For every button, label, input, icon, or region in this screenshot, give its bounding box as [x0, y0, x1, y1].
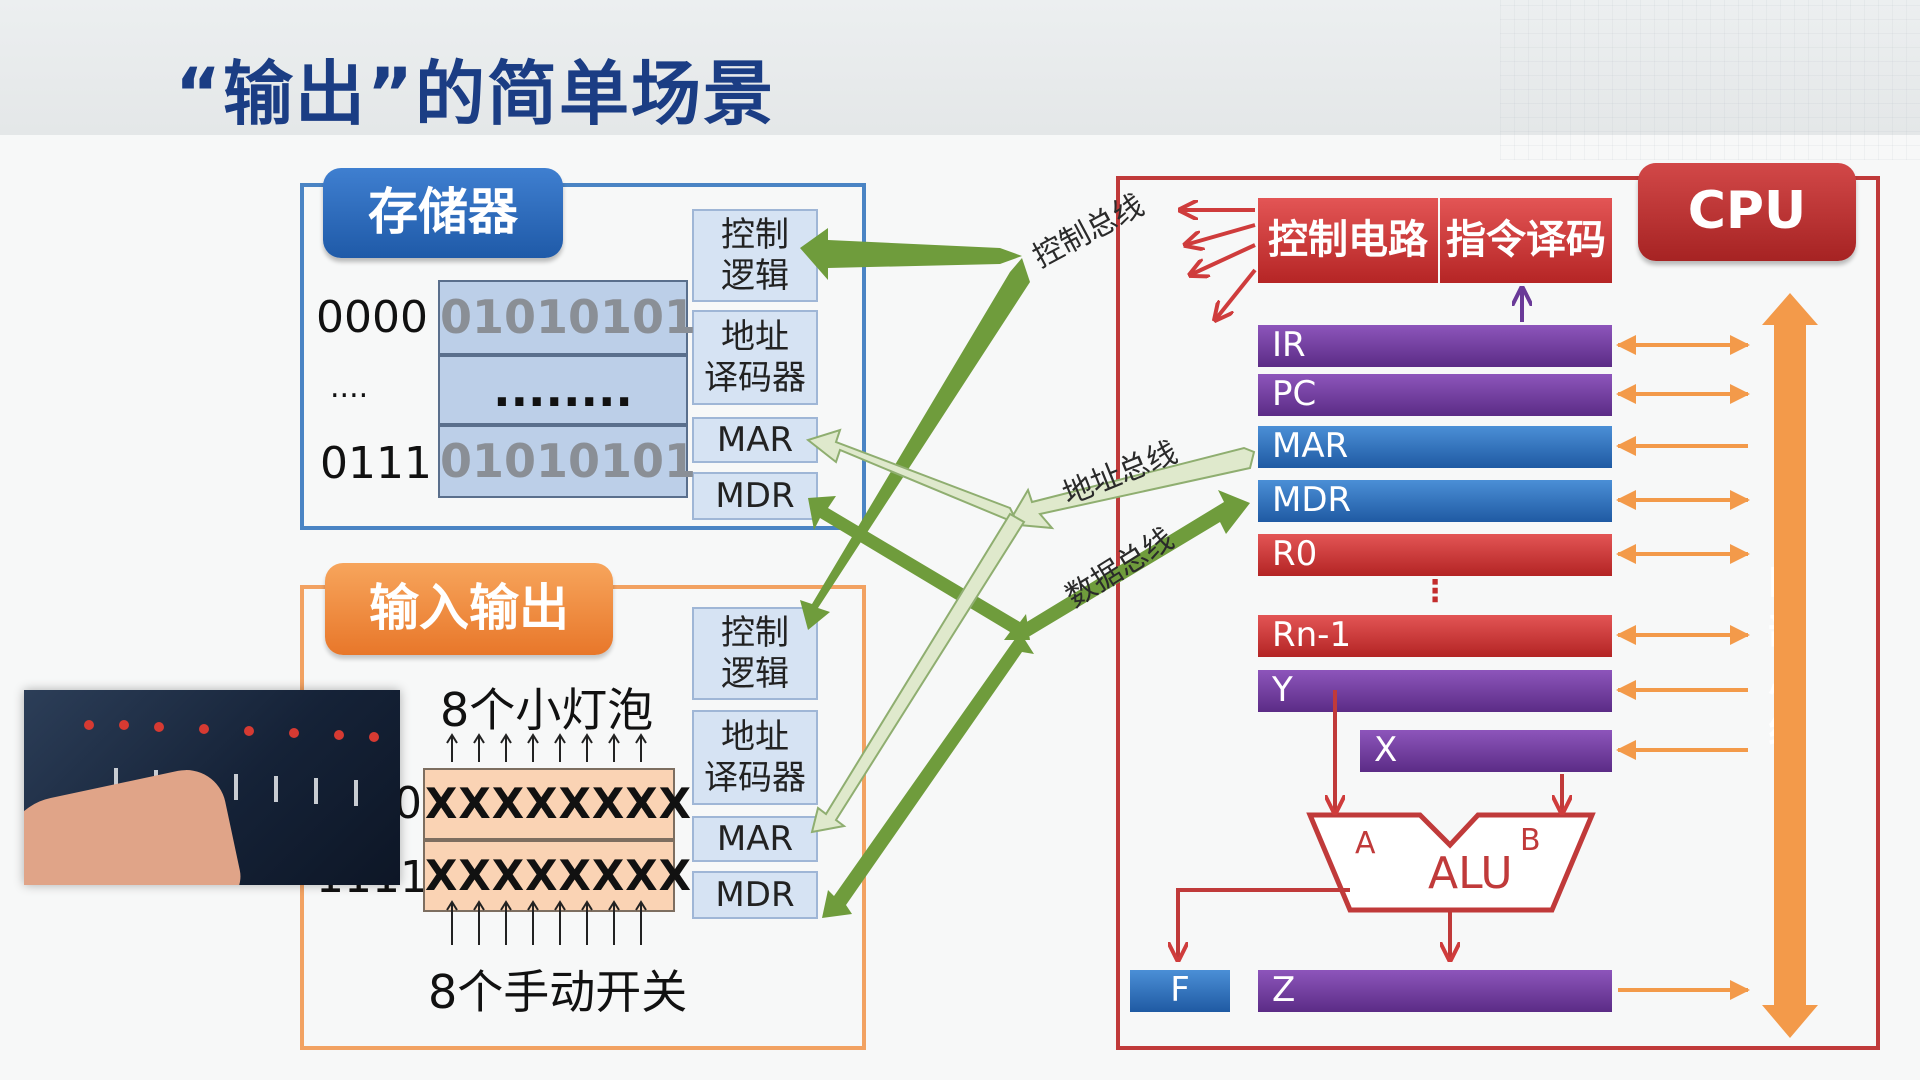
io-control-logic: 控制 逻辑 — [692, 607, 818, 700]
io-tab: 输入输出 — [325, 563, 613, 655]
lamps-label: 8个小灯泡 — [440, 683, 654, 737]
io-cell-1: XXXXXXXX — [423, 840, 691, 912]
control-circuit: 控制电路 — [1258, 198, 1438, 283]
register-ellipsis: ⋮ — [1420, 574, 1450, 609]
memory-cell-2: 01010101 — [438, 425, 696, 498]
register-pc: PC — [1258, 374, 1612, 416]
register-f: F — [1130, 970, 1230, 1012]
memory-mdr: MDR — [692, 472, 818, 520]
switches-label: 8个手动开关 — [428, 965, 688, 1019]
io-mar: MAR — [692, 816, 818, 862]
register-r0: R0 — [1258, 534, 1612, 576]
memory-cell-0: 01010101 — [438, 280, 696, 355]
slide-title: “输出”的简单场景 — [175, 53, 776, 135]
memory-control-logic: 控制 逻辑 — [692, 209, 818, 302]
memory-address-0: 0000 — [316, 292, 428, 343]
register-y: Y — [1258, 670, 1612, 712]
slide: “输出”的简单场景 存储器 控制 逻辑 地址 译码器 MAR MDR 0000 … — [0, 0, 1920, 1080]
memory-address-decoder: 地址 译码器 — [692, 310, 818, 405]
memory-address-2: 0111 — [320, 438, 432, 489]
register-rn1: Rn-1 — [1258, 615, 1612, 657]
memory-mar: MAR — [692, 417, 818, 463]
io-address-decoder: 地址 译码器 — [692, 710, 818, 805]
internal-bus-label: 内部总线 — [1767, 558, 1806, 752]
register-mdr: MDR — [1258, 480, 1612, 522]
io-cell-0: XXXXXXXX — [423, 768, 691, 840]
io-mdr: MDR — [692, 871, 818, 919]
memory-cell-1: ........ — [438, 355, 688, 425]
memory-address-1: .... — [330, 370, 369, 405]
drafting-decoration — [1500, 0, 1920, 160]
instruction-decode: 指令译码 — [1440, 198, 1612, 283]
register-mar: MAR — [1258, 426, 1612, 468]
register-ir: IR — [1258, 325, 1612, 367]
register-x: X — [1360, 730, 1612, 772]
register-z: Z — [1258, 970, 1612, 1012]
front-panel-photo — [24, 690, 400, 885]
cpu-tab: CPU — [1638, 163, 1856, 261]
memory-tab: 存储器 — [323, 168, 563, 258]
